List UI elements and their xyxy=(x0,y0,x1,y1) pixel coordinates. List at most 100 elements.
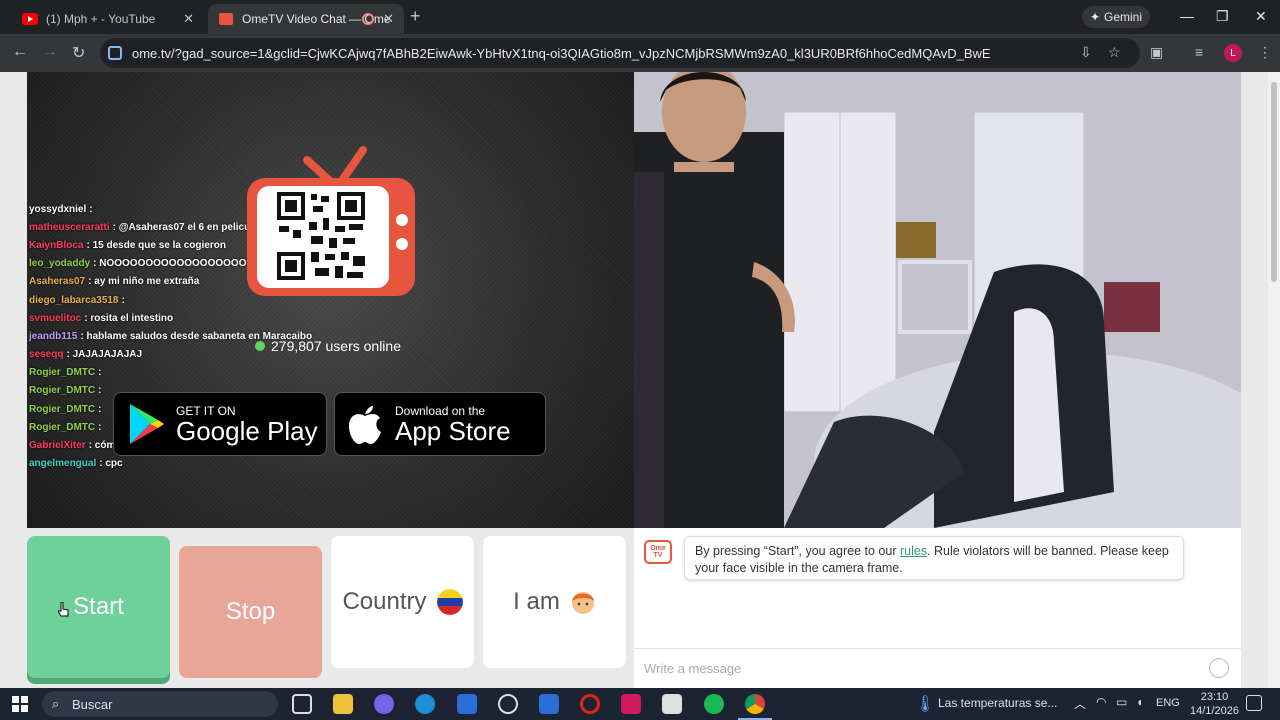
app-store-big: App Store xyxy=(395,416,511,446)
chat-message: : xyxy=(98,421,102,433)
chat-username: svmuelitoc xyxy=(29,312,82,324)
tab-ometv[interactable]: OmeTV Video Chat — Ome ✕ xyxy=(208,4,404,34)
notepad-icon[interactable] xyxy=(662,694,682,714)
reload-icon[interactable]: ↻ xyxy=(72,43,85,63)
start-button[interactable]: Start xyxy=(27,536,170,678)
country-label: Country xyxy=(342,588,427,615)
tab-title: (1) Mph + - YouTube xyxy=(46,12,156,26)
store-icon[interactable] xyxy=(539,694,559,714)
clock-time: 23:10 xyxy=(1200,691,1229,703)
address-bar[interactable]: ome.tv/?gad_source=1&gclid=CjwKCAjwq7fAB… xyxy=(100,38,1140,68)
chat-username: yossydxniel xyxy=(29,203,87,215)
chat-username: GabrielXiter xyxy=(29,440,86,452)
profile-avatar[interactable]: L xyxy=(1224,44,1242,62)
venezuela-flag-icon xyxy=(436,589,463,615)
scrollbar-thumb[interactable] xyxy=(1271,82,1277,282)
chat-line: Rogier_DMTC: xyxy=(29,364,359,382)
stop-label: Stop xyxy=(225,598,276,625)
chat-username: Rogier_DMTC xyxy=(29,367,96,379)
self-camera-video xyxy=(634,72,1241,528)
chat-username: jeandb115 xyxy=(29,330,78,342)
volume-icon[interactable]: ◖ xyxy=(1136,695,1143,709)
mail-icon[interactable] xyxy=(457,694,477,714)
spotify-icon[interactable] xyxy=(704,694,724,714)
chat-message: : xyxy=(89,203,93,215)
close-window-icon[interactable]: ✕ xyxy=(1255,8,1267,25)
copilot-icon[interactable] xyxy=(374,694,394,714)
clock-date: 14/1/2026 xyxy=(1190,705,1239,717)
site-info-icon[interactable] xyxy=(108,46,122,60)
menu-kebab-icon[interactable]: ⋮ xyxy=(1258,44,1272,61)
forward-icon[interactable]: → xyxy=(42,43,58,61)
tiktok-icon[interactable] xyxy=(621,694,641,714)
windows-taskbar: ⌕ Buscar 🌡 Las temperaturas se... ︿ ◠ ▭ ◖… xyxy=(0,688,1280,720)
chat-username: Rogier_DMTC xyxy=(29,385,96,397)
youtube-icon xyxy=(22,11,38,27)
maximize-icon[interactable]: ❐ xyxy=(1216,8,1229,25)
tab-youtube[interactable]: (1) Mph + - YouTube ✕ xyxy=(12,4,204,34)
ometv-icon xyxy=(218,11,234,27)
online-count-text: 279,807 users online xyxy=(271,338,401,354)
new-tab-icon[interactable]: + xyxy=(410,6,421,27)
chat-message: : @Asaheras07 el 6 en pelicula xyxy=(112,221,259,233)
gemini-button[interactable]: ✦ Gemini xyxy=(1082,6,1150,28)
chat-username: KaiynBloca xyxy=(29,239,84,251)
thermometer-icon: 🌡 xyxy=(915,696,936,713)
back-icon[interactable]: ← xyxy=(12,43,28,61)
emoji-picker-icon[interactable] xyxy=(1209,658,1229,678)
rules-link[interactable]: rules xyxy=(900,544,927,558)
gender-button[interactable]: I am xyxy=(483,536,626,668)
sparkle-icon: ✦ xyxy=(1089,10,1101,24)
apple-icon xyxy=(349,406,381,444)
notifications-icon[interactable] xyxy=(1246,695,1262,711)
network-icon[interactable]: ▭ xyxy=(1116,695,1127,709)
chat-message: : cpc xyxy=(99,458,123,470)
chat-message: : rosita el intestino xyxy=(84,312,174,324)
chrome-icon[interactable] xyxy=(745,694,765,714)
media-controls-icon[interactable]: ≡ xyxy=(1195,44,1203,60)
country-button[interactable]: Country xyxy=(331,536,474,668)
chat-message: : 15 desde que se la cogieron xyxy=(86,239,226,251)
message-placeholder: Write a message xyxy=(644,661,742,676)
file-explorer-icon[interactable] xyxy=(333,694,353,714)
taskbar-search[interactable]: ⌕ Buscar xyxy=(42,691,278,717)
chat-username: Rogier_DMTC xyxy=(29,421,96,433)
app-icon[interactable] xyxy=(498,694,518,714)
stop-button[interactable]: Stop xyxy=(179,546,322,678)
ometv-qr-tv-icon xyxy=(247,146,415,296)
tab-strip: (1) Mph + - YouTube ✕ OmeTV Video Chat —… xyxy=(0,0,1280,34)
close-tab-icon[interactable]: ✕ xyxy=(383,11,394,27)
notice-text-start: By pressing “Start”, you agree to our xyxy=(695,544,900,558)
iam-label: I am xyxy=(513,588,560,615)
search-icon: ⌕ xyxy=(52,696,60,711)
chevron-up-icon[interactable]: ︿ xyxy=(1074,695,1086,712)
chat-username: angelmengual xyxy=(29,458,97,470)
close-tab-icon[interactable]: ✕ xyxy=(183,11,194,27)
minimize-icon[interactable]: — xyxy=(1180,8,1194,24)
edge-icon[interactable] xyxy=(415,694,435,714)
page-scrollbar[interactable] xyxy=(1268,72,1280,688)
chat-message: : xyxy=(98,385,102,397)
rules-notice: By pressing “Start”, you agree to our ru… xyxy=(684,536,1184,580)
app-store-badge[interactable]: Download on the App Store xyxy=(334,392,546,456)
search-placeholder: Buscar xyxy=(72,696,113,712)
weather-text[interactable]: Las temperaturas se... xyxy=(938,696,1057,710)
windows-start-icon[interactable] xyxy=(12,696,28,712)
chat-username: diego_labarca3518 xyxy=(29,294,119,306)
opera-icon[interactable] xyxy=(580,694,600,714)
install-icon[interactable]: ⇩ xyxy=(1080,44,1092,61)
google-play-icon xyxy=(130,404,164,444)
clock[interactable]: 23:10 14/1/2026 xyxy=(1190,690,1239,718)
message-input[interactable]: Write a message xyxy=(634,648,1241,688)
browser-toolbar: ← → ↻ ome.tv/?gad_source=1&gclid=CjwKCAj… xyxy=(0,34,1280,72)
google-play-badge[interactable]: GET IT ON Google Play xyxy=(113,392,327,456)
ometv-logo: Ome TV xyxy=(644,540,672,564)
start-label: Start xyxy=(73,593,124,620)
chat-username: Rogier_DMTC xyxy=(29,403,96,415)
language-indicator[interactable]: ENG xyxy=(1156,697,1180,709)
task-view-icon[interactable] xyxy=(292,694,312,714)
wifi-icon[interactable]: ◠ xyxy=(1096,695,1106,709)
side-panel-icon[interactable]: ▣ xyxy=(1150,44,1163,61)
stranger-video-placeholder: yossydxniel: matheusceraratti: @Asaheras0… xyxy=(27,72,634,528)
bookmark-star-icon[interactable]: ☆ xyxy=(1108,44,1121,61)
